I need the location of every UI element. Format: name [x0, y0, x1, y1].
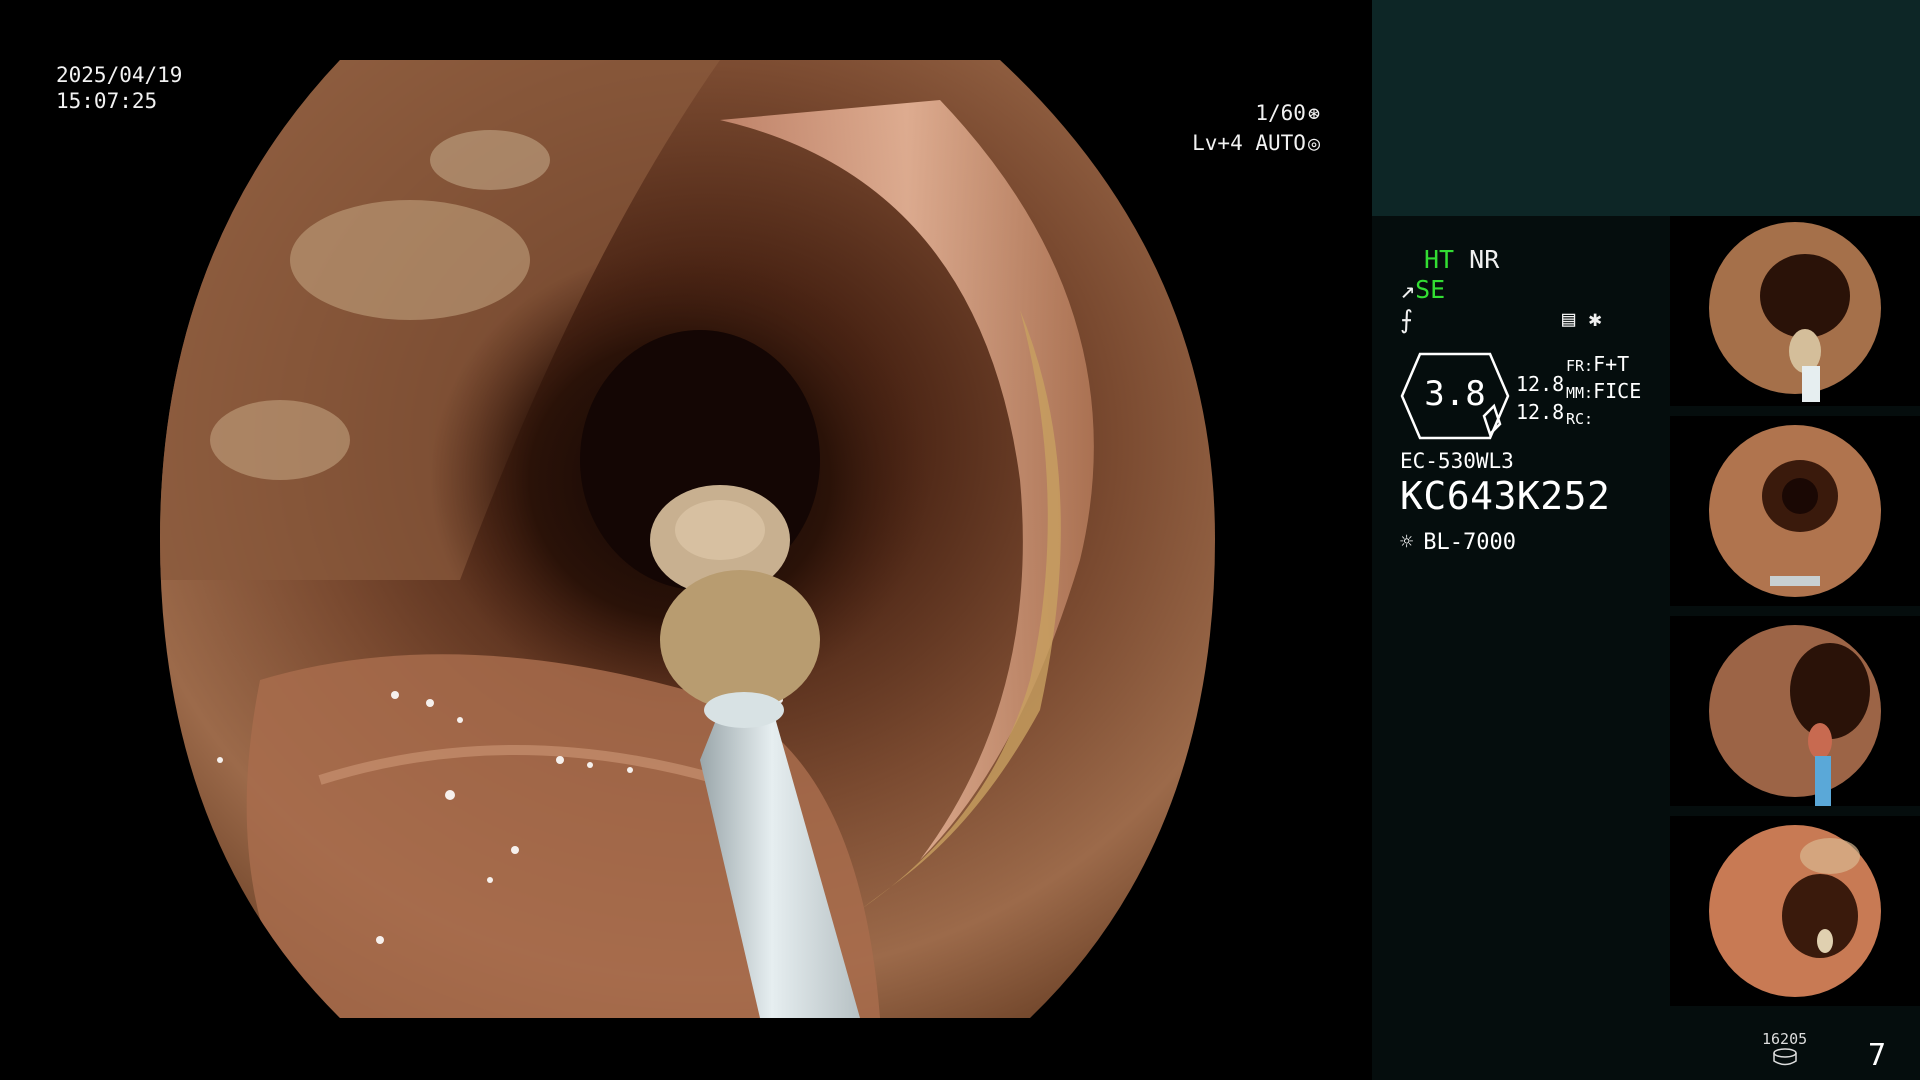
record-icon: ▤ — [1562, 307, 1576, 332]
zoom-ratio-value: 3.8 — [1424, 374, 1486, 414]
shutter-icon: ⊛ — [1307, 101, 1320, 125]
main-endoscope-view: 2025/04/19 15:07:25 1/60 ⊛ Lv+4 AUTO ◎ — [0, 0, 1372, 1080]
thumbnail-2-image — [1709, 425, 1881, 597]
panel-header-area — [1372, 0, 1920, 216]
measurement-values: 12.8 12.8 — [1516, 370, 1564, 426]
status-row-2: ↗SE — [1400, 276, 1445, 304]
thumbnail-2[interactable] — [1670, 416, 1920, 606]
auto-iris-icon: ◎ — [1307, 131, 1320, 155]
thumbnail-4[interactable] — [1670, 816, 1920, 1006]
scope-serial: KC643K252 — [1400, 474, 1611, 518]
tool-icon: ↗ — [1400, 275, 1416, 304]
thumbnail-strip — [1670, 216, 1920, 1016]
nr-indicator: NR — [1469, 245, 1500, 274]
thumbnail-1-image — [1709, 222, 1881, 402]
zoom-ratio-box: 3.8 — [1400, 352, 1510, 440]
mode-labels: FR:F+T MM:FICE RC: — [1566, 352, 1641, 432]
processor-status: HT NR ↗SE ⨍ ▤ ✱ — [1372, 216, 1672, 1080]
shutter-speed: 1/60 — [1255, 101, 1306, 125]
measurement-a: 12.8 — [1516, 372, 1565, 396]
exposure-mode: AUTO — [1255, 131, 1306, 155]
thumbnail-4-image — [1709, 825, 1881, 997]
rc-label: RC: — [1566, 410, 1594, 428]
mm-label: MM: — [1566, 384, 1594, 402]
thumbnail-1[interactable] — [1670, 216, 1920, 406]
mm-value: FICE — [1593, 379, 1642, 403]
se-indicator: SE — [1415, 275, 1446, 304]
asterisk-icon: ✱ — [1588, 307, 1602, 332]
lamp-model: BL-7000 — [1423, 530, 1516, 555]
fr-label: FR: — [1566, 357, 1594, 375]
thumbnail-3-image — [1709, 625, 1881, 806]
flash-off-icon: ⨍ — [1400, 305, 1414, 334]
fr-value: F+T — [1593, 352, 1630, 376]
status-row-1: HT NR — [1424, 246, 1499, 274]
lamp-info: ☼ BL-7000 — [1400, 530, 1516, 555]
thumbnail-3[interactable] — [1670, 616, 1920, 806]
ht-indicator: HT — [1424, 245, 1455, 274]
status-icons-row: ▤ ✱ — [1562, 306, 1602, 334]
lamp-icon: ☼ — [1400, 530, 1414, 555]
page-number: 7 — [1868, 1038, 1887, 1073]
disk-icon — [1773, 1048, 1797, 1066]
scope-model: EC-530WL3 — [1400, 449, 1514, 473]
image-count: 16205 — [1762, 1030, 1808, 1048]
endoscope-image — [160, 60, 1215, 1018]
measurement-b: 12.8 — [1516, 400, 1565, 424]
